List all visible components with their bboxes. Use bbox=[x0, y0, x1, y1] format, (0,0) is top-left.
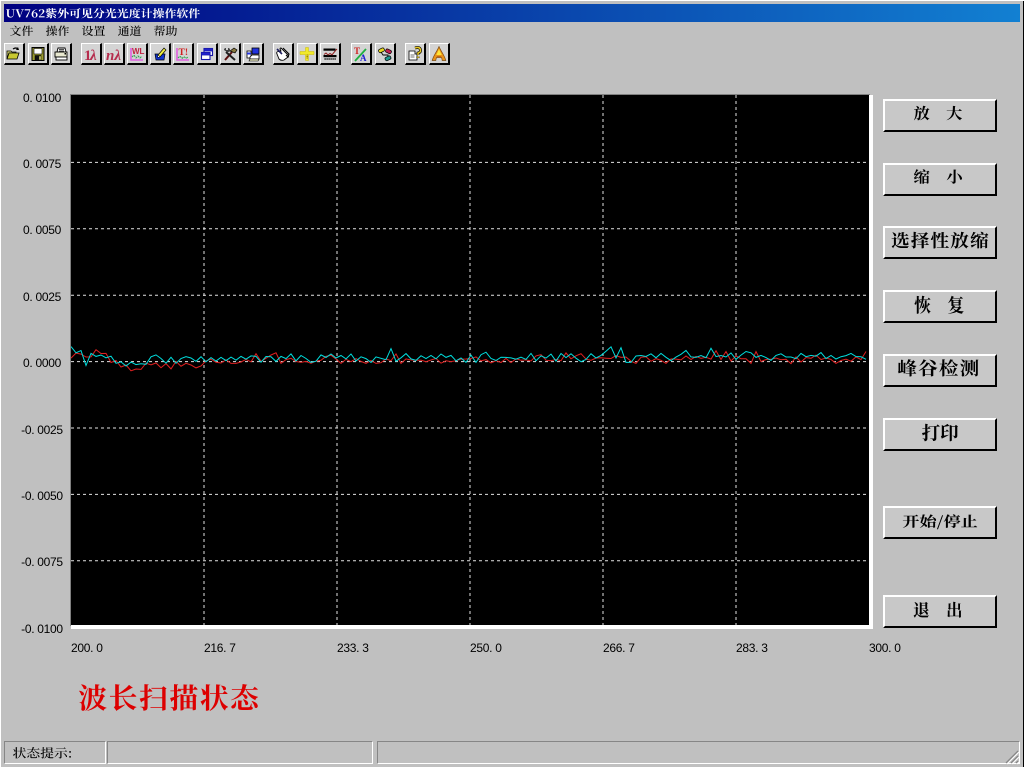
svg-text:λ: λ bbox=[89, 48, 97, 62]
svg-text:nλ: nλ bbox=[106, 48, 121, 62]
svg-text:WL: WL bbox=[132, 47, 145, 56]
